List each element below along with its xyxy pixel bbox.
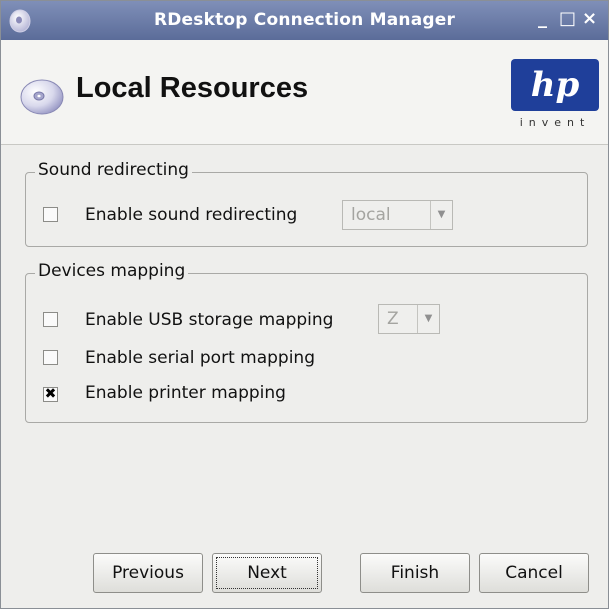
next-button[interactable]: Next [212, 553, 322, 593]
dialog-window: RDesktop Connection Manager _ □ × Local … [0, 0, 609, 609]
devices-mapping-legend: Devices mapping [35, 261, 189, 281]
enable-serial-checkbox[interactable] [43, 350, 58, 365]
maximize-button[interactable]: □ [559, 9, 576, 29]
check-mark-icon: ✖ [44, 386, 57, 402]
chevron-down-icon: ▼ [430, 201, 452, 229]
sound-redirecting-legend: Sound redirecting [35, 160, 192, 180]
window-title: RDesktop Connection Manager [153, 10, 456, 30]
enable-serial-label: Enable serial port mapping [85, 348, 315, 368]
finish-button[interactable]: Finish [360, 553, 470, 593]
hp-logo-text: hp [531, 65, 580, 105]
previous-button[interactable]: Previous [93, 553, 203, 593]
enable-usb-checkbox[interactable] [43, 312, 58, 327]
enable-sound-checkbox[interactable] [43, 207, 58, 222]
header-divider [1, 144, 608, 145]
chevron-down-icon: ▼ [417, 305, 439, 333]
title-bar[interactable]: RDesktop Connection Manager _ □ × [1, 1, 608, 40]
sound-mode-combo[interactable]: local ▼ [342, 200, 453, 230]
minimize-button[interactable]: _ [538, 9, 547, 29]
page-title: Local Resources [76, 72, 309, 104]
previous-button-label: Previous [112, 563, 184, 583]
hp-tagline: invent [519, 116, 591, 129]
usb-drive-combo[interactable]: Z ▼ [378, 304, 440, 334]
close-button[interactable]: × [582, 9, 597, 29]
enable-printer-label: Enable printer mapping [85, 383, 286, 403]
usb-drive-value: Z [387, 309, 399, 329]
hp-logo: hp [511, 59, 599, 111]
enable-printer-checkbox[interactable]: ✖ [43, 386, 58, 402]
cancel-button-label: Cancel [505, 563, 563, 583]
cd-disc-icon [20, 79, 64, 115]
cancel-button[interactable]: Cancel [479, 553, 589, 593]
focus-ring [216, 557, 318, 589]
enable-usb-label: Enable USB storage mapping [85, 310, 334, 330]
enable-sound-label: Enable sound redirecting [85, 205, 298, 225]
sound-mode-value: local [351, 205, 391, 225]
finish-button-label: Finish [390, 563, 440, 583]
